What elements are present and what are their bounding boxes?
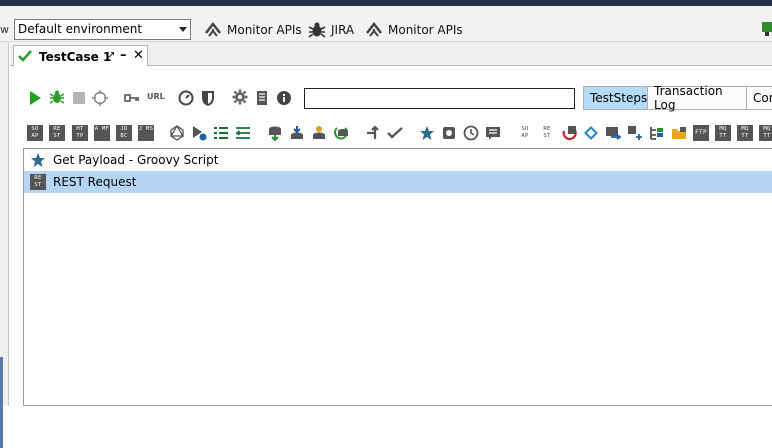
run-icon[interactable] (27, 90, 43, 106)
property-list-icon[interactable] (213, 125, 229, 141)
jdbc-step-icon[interactable]: JD BC (116, 125, 132, 141)
monitor-apis-label-2: Monitor APIs (388, 23, 463, 37)
minimize-icon[interactable]: – (120, 48, 127, 63)
url-icon[interactable]: URL (147, 92, 165, 101)
assertion-icon[interactable] (387, 125, 403, 141)
receive-mqtt-icon[interactable] (583, 125, 599, 141)
left-edge-label: w (0, 23, 9, 36)
tab-testcase-1[interactable]: TestCase 1 ↗ – ✕ (13, 45, 148, 67)
list-item[interactable]: Get Payload - Groovy Script (24, 149, 772, 171)
loop-icon[interactable] (92, 90, 108, 106)
user-icon[interactable] (762, 20, 772, 36)
monitor-api-icon (366, 21, 382, 37)
list-item-label: Get Payload - Groovy Script (53, 153, 219, 167)
monitor-apis-link-1[interactable]: Monitor APIs (203, 21, 302, 39)
ftp-icon[interactable]: FTP (693, 125, 709, 141)
monitor-apis-label-1: Monitor APIs (227, 23, 302, 37)
graphql-icon[interactable] (169, 125, 185, 141)
list-item-label: REST Request (53, 175, 137, 189)
teststep-list: Get Payload - Groovy Script RE ST REST R… (23, 148, 772, 406)
shield-icon[interactable] (200, 90, 216, 106)
star-icon (31, 153, 45, 167)
tab-title: TestCase 1 (39, 50, 112, 64)
left-panel-edge (0, 42, 9, 448)
debug-icon[interactable] (49, 89, 65, 105)
gauge-icon[interactable] (178, 90, 194, 106)
search-input[interactable] (304, 88, 575, 109)
list-item[interactable]: RE ST REST Request (24, 171, 772, 193)
close-icon[interactable]: ✕ (133, 48, 144, 63)
drop-connection-icon[interactable] (627, 125, 643, 141)
monitor-api-icon (205, 21, 221, 37)
document-icon[interactable] (254, 90, 270, 106)
key-icon[interactable] (124, 90, 140, 106)
main-toolbar: w Default environment Monitor APIs JIRA … (0, 6, 772, 42)
mock-response-icon[interactable] (441, 125, 457, 141)
jms-step-icon[interactable]: J MS (138, 125, 154, 141)
undock-icon[interactable]: ↗ (107, 50, 115, 61)
security-scan-icon[interactable] (561, 125, 577, 141)
jira-link[interactable]: JIRA (307, 21, 354, 39)
environment-select-value: Default environment (18, 22, 143, 36)
mqtt-drop-icon[interactable]: MQ TT (759, 125, 772, 141)
tab-transaction-log[interactable]: Transaction Log (647, 84, 747, 112)
clock-icon[interactable] (463, 125, 479, 141)
tab-teststeps-label: TestSteps (590, 91, 648, 105)
rest-mock-icon[interactable]: RE ST (539, 125, 555, 141)
amf-step-icon[interactable]: A MF (94, 125, 110, 141)
bug-icon (308, 22, 326, 38)
monitor-apis-link-2[interactable]: Monitor APIs (364, 21, 463, 39)
datasource-icon[interactable] (267, 125, 283, 141)
soap-step-icon[interactable]: SO AP (27, 125, 43, 141)
environment-select[interactable]: Default environment (14, 19, 191, 40)
soap-mock-icon[interactable]: SO AP (517, 125, 533, 141)
mqtt-receive-icon[interactable]: MQ TT (737, 125, 753, 141)
info-icon[interactable] (276, 90, 292, 106)
check-icon (18, 50, 32, 62)
jira-label: JIRA (331, 23, 355, 37)
manual-step-icon[interactable] (485, 125, 501, 141)
run-script-icon[interactable] (191, 125, 207, 141)
tab-teststeps[interactable]: TestSteps (583, 86, 648, 110)
datasource-loop-icon[interactable] (333, 125, 349, 141)
chevron-down-icon[interactable] (179, 27, 187, 32)
mqtt-publish-icon[interactable]: MQ TT (715, 125, 731, 141)
tab-cor[interactable]: Cor (746, 86, 772, 110)
tab-transaction-log-label: Transaction Log (654, 84, 723, 112)
rest-step-icon[interactable]: RE ST (49, 125, 65, 141)
http-step-icon[interactable]: HT TP (72, 125, 88, 141)
stop-icon[interactable] (71, 90, 87, 106)
conditional-goto-icon[interactable] (365, 125, 381, 141)
tab-cor-label: Cor (753, 91, 772, 105)
publish-icon[interactable] (605, 125, 621, 141)
jms-tree-icon[interactable] (649, 125, 665, 141)
folder-icon[interactable] (671, 125, 687, 141)
rest-icon: RE ST (30, 174, 46, 190)
star-icon[interactable] (419, 125, 435, 141)
datagen-icon[interactable] (311, 125, 327, 141)
property-transfer-icon[interactable] (235, 125, 251, 141)
editor-tabstrip: TestCase 1 ↗ – ✕ (10, 42, 772, 67)
datasink-icon[interactable] (289, 125, 305, 141)
gear-icon[interactable] (232, 89, 248, 105)
left-panel-scroll-indicator (0, 357, 3, 448)
